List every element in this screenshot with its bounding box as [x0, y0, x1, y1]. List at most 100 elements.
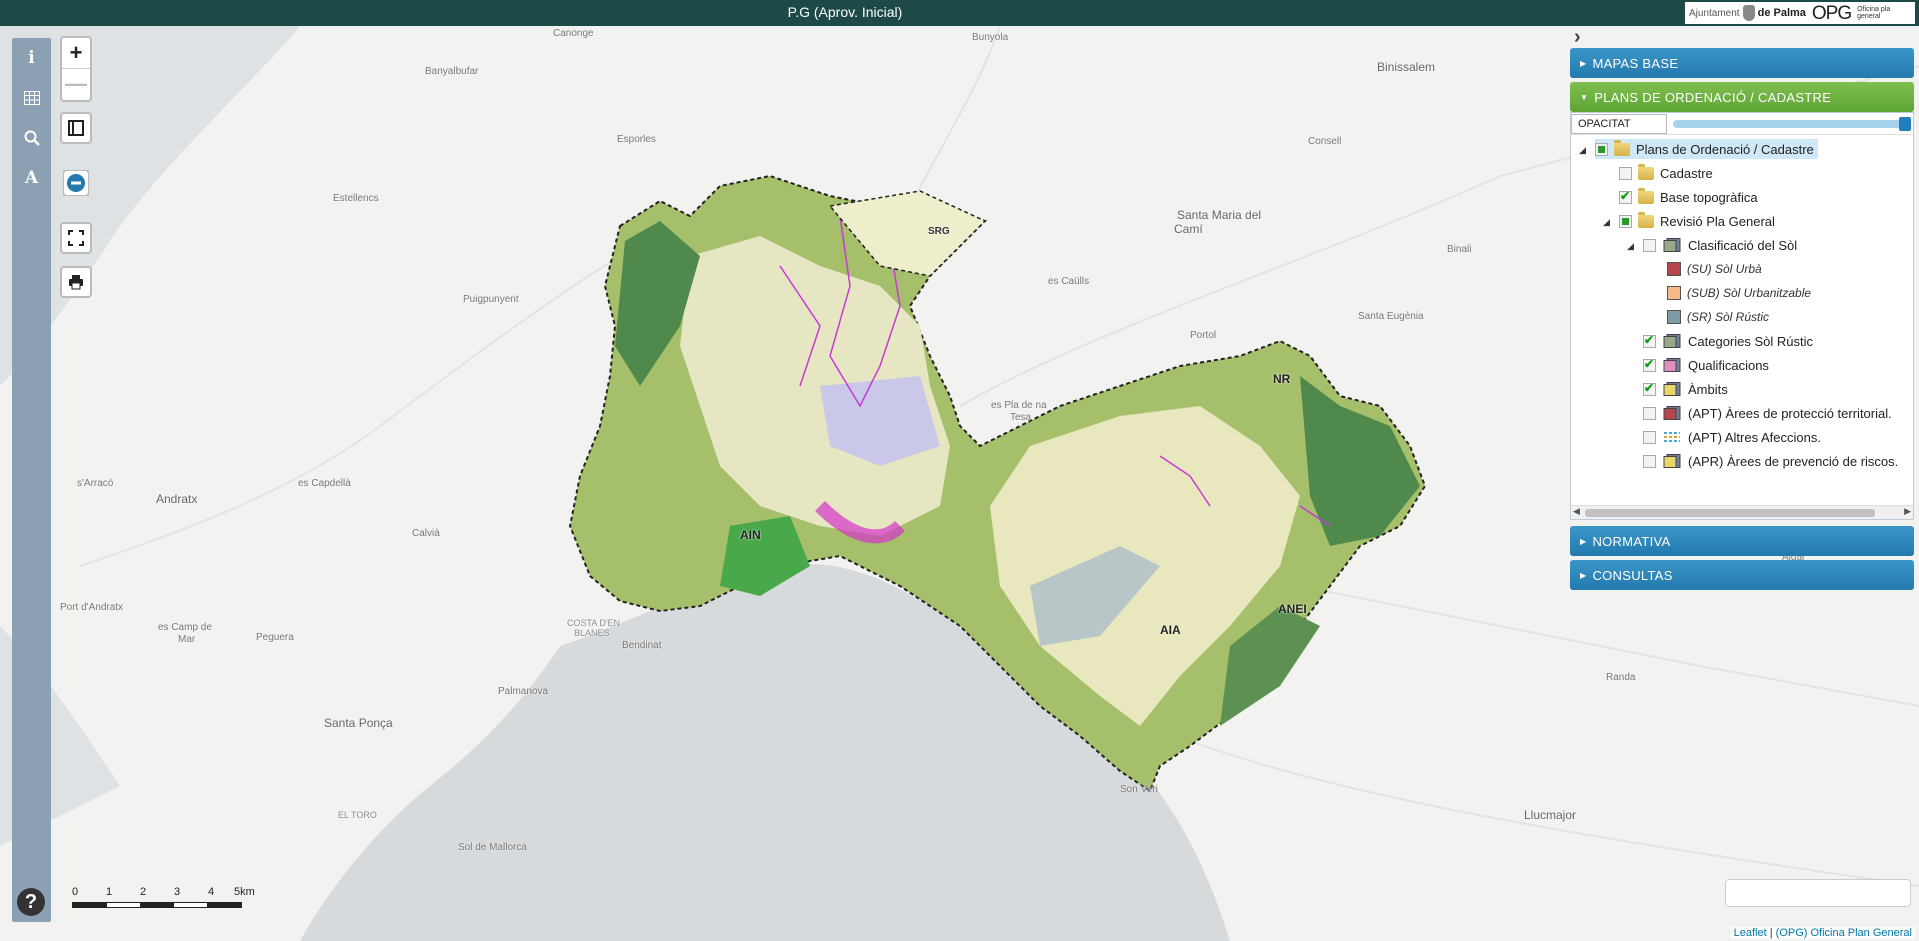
layer-checkbox[interactable]	[1595, 142, 1608, 156]
scale-label: 3	[174, 886, 181, 898]
triangle-down-icon: ▼	[1580, 92, 1589, 102]
table-icon	[23, 91, 40, 105]
layers-panel: ▶ MAPAS BASE ▼ PLANS DE ORDENACIÓ / CADAST…	[1570, 30, 1914, 594]
layer-tree-item[interactable]: (SU) Sòl Urbà	[1667, 259, 1762, 279]
layer-checkbox[interactable]	[1643, 381, 1656, 396]
info-button[interactable]: i	[12, 38, 51, 78]
seal-icon	[1742, 5, 1755, 21]
place-label: Port d'Andratx	[60, 602, 124, 613]
layer-tree-item[interactable]: Plans de Ordenació / Cadastre	[1595, 139, 1818, 159]
layer-tree-item[interactable]: Clasificació del Sòl	[1643, 235, 1797, 255]
zone-label-aia: AIA	[1160, 623, 1181, 637]
folder-icon	[1638, 163, 1654, 180]
place-label: Llucmajor	[1524, 808, 1577, 822]
zone-label-ain: AIN	[740, 528, 761, 542]
layer-tree: Plans de Ordenació / Cadastre ◢ Cadastre Ba…	[1571, 135, 1913, 495]
place-label: es Camp de	[158, 622, 212, 633]
layer-tree-item[interactable]: (SUB) Sòl Urbanitzable	[1667, 283, 1811, 303]
layer-tree-item[interactable]: (APT) Altres Afeccions.	[1643, 427, 1821, 447]
layer-label: (APT) Àrees de protecció territorial.	[1688, 405, 1892, 421]
layer-checkbox[interactable]	[1643, 238, 1656, 252]
place-label: Binali	[1447, 244, 1472, 255]
opacity-row: OPACITAT	[1571, 113, 1913, 135]
place-label: es Caülls	[1048, 276, 1090, 287]
opg-logo-subtitle: Oficina pla general	[1857, 6, 1891, 20]
layer-checkbox[interactable]	[1643, 406, 1656, 420]
help-button[interactable]: ?	[17, 888, 45, 916]
scale-label: 2	[140, 886, 147, 898]
expand-arrow-icon[interactable]: ◢	[1579, 145, 1586, 156]
opg-link[interactable]: (OPG) Oficina Plan General	[1776, 927, 1912, 939]
place-label: Bendinat	[622, 640, 662, 651]
place-label: es Capdellà	[298, 478, 351, 489]
remove-button[interactable]	[60, 166, 92, 200]
coordinate-box[interactable]	[1725, 879, 1911, 907]
zoom-in-button[interactable]: +	[62, 38, 90, 68]
layer-checkbox[interactable]	[1619, 214, 1632, 228]
layer-tree-item[interactable]: Qualificacions	[1643, 355, 1769, 375]
leaflet-link[interactable]: Leaflet	[1734, 927, 1767, 939]
layer-tree-item[interactable]: Revisió Pla General	[1619, 211, 1775, 231]
layer-tree-item[interactable]: (SR) Sòl Rústic	[1667, 307, 1769, 327]
accordion-normativa[interactable]: ▶ NORMATIVA	[1570, 526, 1914, 556]
accordion-mapas-base[interactable]: ▶ MAPAS BASE	[1570, 48, 1914, 78]
zone-label-nr: NR	[1273, 372, 1291, 386]
layer-checkbox[interactable]	[1619, 166, 1632, 180]
layer-tree-item[interactable]: (APT) Àrees de protecció territorial.	[1643, 403, 1892, 423]
layer-tree-item[interactable]: Base topogràfica	[1619, 187, 1758, 207]
scroll-left-icon[interactable]: ◀	[1573, 506, 1580, 517]
place-label: Santa Maria del	[1177, 208, 1262, 222]
print-button[interactable]	[60, 266, 92, 298]
fullscreen-button[interactable]	[60, 222, 92, 254]
layer-checkbox[interactable]	[1643, 430, 1656, 444]
accordion-plans[interactable]: ▼ PLANS DE ORDENACIÓ / CADASTRE	[1570, 82, 1914, 112]
logos: Ajuntament de Palma OPG Oficina pla gene…	[1685, 2, 1915, 24]
place-label: Bunyola	[972, 32, 1009, 43]
layer-checkbox[interactable]	[1643, 333, 1656, 348]
layer-checkbox[interactable]	[1643, 357, 1656, 372]
place-label: Tesa	[1010, 412, 1032, 423]
search-button[interactable]	[12, 118, 51, 158]
place-label: Santa Ponça	[324, 716, 393, 730]
place-label: Banyalbufar	[425, 66, 479, 77]
place-label: Palmanova	[498, 686, 549, 697]
expand-arrow-icon[interactable]: ◢	[1627, 241, 1634, 252]
expand-arrow-icon[interactable]: ◢	[1603, 217, 1610, 228]
layer-icon	[1662, 430, 1682, 444]
layer-icon	[1662, 358, 1682, 372]
folder-icon	[1614, 139, 1630, 156]
place-label: Son Veri	[1120, 784, 1158, 795]
opacity-slider[interactable]	[1673, 116, 1911, 131]
layer-label: Plans de Ordenació / Cadastre	[1636, 141, 1814, 157]
place-label: Estellencs	[333, 193, 379, 204]
printer-icon	[69, 275, 83, 290]
layer-tree-item[interactable]: Àmbits	[1643, 379, 1728, 399]
help-icon: ?	[24, 890, 38, 913]
layer-checkbox[interactable]	[1619, 189, 1632, 204]
scrollbar-thumb[interactable]	[1585, 509, 1875, 517]
text-tool-button[interactable]: A	[12, 158, 51, 198]
zone-label-srg: SRG	[928, 226, 950, 237]
legend-swatch	[1667, 310, 1681, 324]
measure-button[interactable]	[60, 112, 92, 144]
place-label: Camí	[1174, 222, 1203, 236]
place-label: Calvià	[412, 528, 440, 539]
layer-label: Qualificacions	[1688, 357, 1769, 373]
table-button[interactable]	[12, 78, 51, 118]
layer-tree-item[interactable]: Cadastre	[1619, 163, 1713, 183]
accordion-consultas[interactable]: ▶ CONSULTAS	[1570, 560, 1914, 590]
layer-label: Àmbits	[1688, 381, 1728, 397]
layer-icon	[1662, 454, 1682, 468]
layer-checkbox[interactable]	[1643, 454, 1656, 468]
layer-tree-item[interactable]: (APR) Àrees de prevenció de riscos.	[1643, 451, 1898, 471]
place-label: es Pla de na	[991, 400, 1047, 411]
opacity-slider-handle[interactable]	[1899, 116, 1911, 131]
folder-icon	[1638, 187, 1654, 204]
scroll-right-icon[interactable]: ▶	[1904, 506, 1911, 517]
layer-tree-item[interactable]: Categories Sòl Rústic	[1643, 331, 1813, 351]
horizontal-scrollbar[interactable]: ◀ ▶	[1571, 505, 1913, 519]
zoom-out-button[interactable]: —	[62, 68, 90, 98]
place-label: Binissalem	[1377, 60, 1436, 74]
layer-icon	[1662, 382, 1682, 396]
place-label: Puigpunyent	[463, 294, 519, 305]
